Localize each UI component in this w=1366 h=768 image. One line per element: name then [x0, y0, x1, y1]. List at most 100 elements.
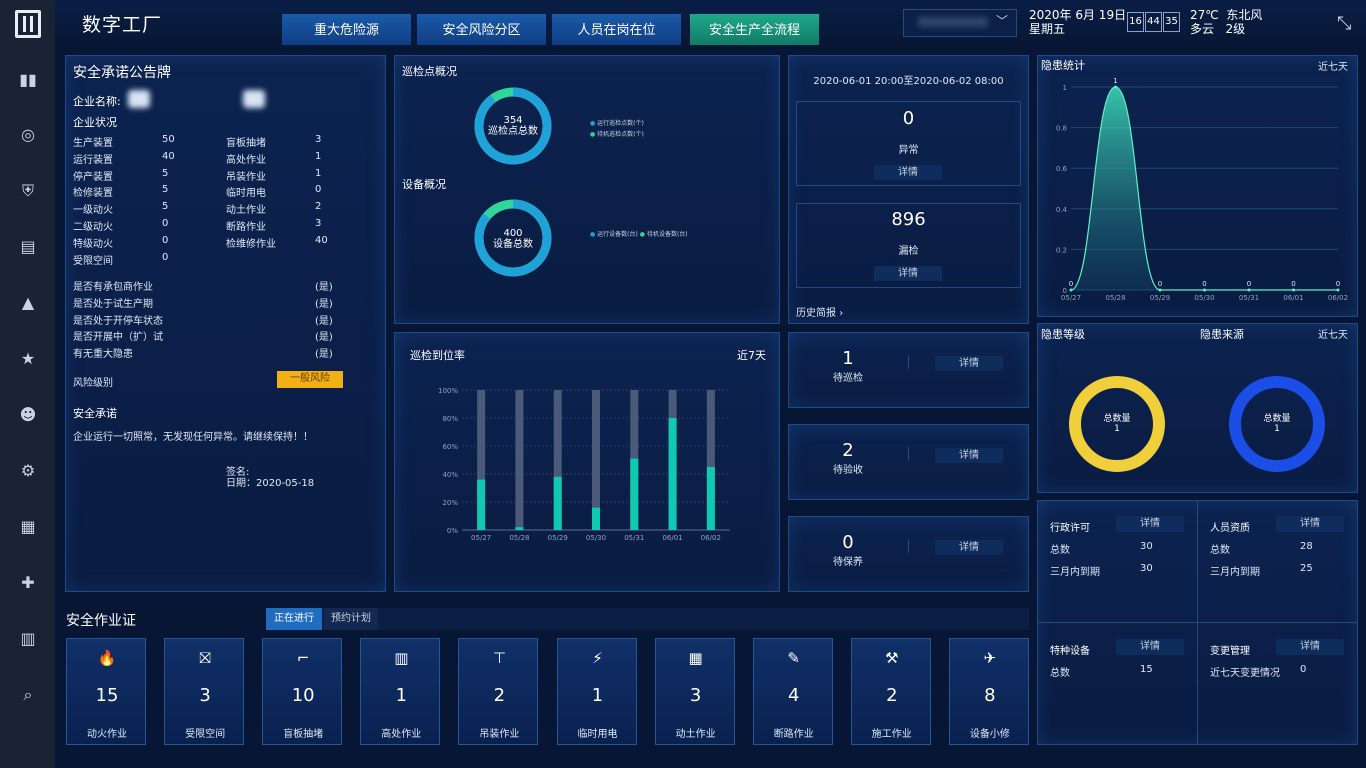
permit-count: 8 [984, 685, 996, 706]
x-tick-label: 05/27 [1061, 294, 1081, 302]
gear-icon[interactable]: ⚙ [14, 457, 42, 485]
abnormal-value: 0 [902, 108, 915, 129]
document-search-icon[interactable]: ⌕ [14, 681, 42, 709]
data-point [1114, 85, 1117, 89]
history-link[interactable]: 历史简报 › [796, 304, 843, 319]
status-card-label: 待验收 [833, 465, 863, 476]
license-detail-button[interactable]: 详情 [1276, 516, 1344, 532]
book-icon[interactable]: ▤ [14, 233, 42, 261]
permit-label: 盲板抽堵 [283, 729, 324, 740]
tab-production-flow[interactable]: 安全生产全流程 [690, 14, 819, 45]
permit-label: 动土作业 [675, 729, 716, 740]
license-title: 特种设备 [1050, 646, 1090, 657]
point-label: 1 [1113, 77, 1117, 85]
first-aid-kit-icon[interactable]: ✚ [14, 569, 42, 597]
x-tick-label: 06/01 [1283, 294, 1303, 302]
x-tick-label: 05/30 [1194, 294, 1214, 302]
bar [668, 418, 677, 530]
star-icon[interactable]: ★ [14, 345, 42, 373]
x-tick-label: 05/31 [624, 534, 644, 542]
abnormal-detail-button[interactable]: 详情 [874, 165, 942, 180]
y-tick-label: 0.4 [1056, 206, 1068, 214]
permit-card[interactable]: ▥ 1 高处作业 [360, 638, 441, 745]
tab-in-progress[interactable]: 正在进行 [266, 608, 322, 630]
permit-card[interactable]: ⛝ 3 受限空间 [164, 638, 245, 745]
point-label: 0 [1247, 280, 1251, 288]
bar-chart-icon[interactable]: ▮▮ [14, 66, 42, 94]
license-row-value: 15 [1140, 664, 1153, 675]
status-card-label: 待巡检 [833, 373, 863, 384]
permit-card[interactable]: ✎ 4 断路作业 [752, 638, 833, 745]
question-answer: (是) [315, 332, 333, 344]
y-tick-label: 40% [442, 471, 458, 479]
crane-icon: ⊤ [492, 649, 506, 667]
question-answer: (是) [315, 298, 333, 310]
permit-card[interactable]: ⊤ 2 吊装作业 [458, 638, 539, 745]
status-card-detail-button[interactable]: 详情 [935, 540, 1003, 555]
tab-major-hazard[interactable]: 重大危险源 [282, 14, 411, 45]
permit-card[interactable]: ⚒ 2 施工作业 [850, 638, 931, 745]
company-name-redacted [243, 90, 265, 108]
tab-risk-zoning[interactable]: 安全风险分区 [417, 14, 546, 45]
tab-scheduled[interactable]: 预约计划 [324, 608, 378, 630]
permit-count: 15 [95, 685, 119, 706]
data-point [1158, 288, 1162, 292]
hazard-level-period: 近七天 [1318, 330, 1348, 341]
bar [477, 479, 486, 530]
user-settings-icon[interactable]: ☻ [14, 401, 42, 429]
company-label: 企业名称: [73, 95, 121, 108]
notebook-icon[interactable]: ▥ [14, 625, 42, 653]
license-row-value: 0 [1300, 664, 1307, 675]
permit-card[interactable]: ▦ 3 动土作业 [654, 638, 735, 745]
target-icon[interactable]: ◎ [14, 121, 42, 149]
chevron-right-icon: › [839, 308, 844, 319]
license-detail-button[interactable]: 详情 [1116, 516, 1184, 532]
permit-label: 施工作业 [871, 729, 912, 740]
status-card-detail-button[interactable]: 详情 [935, 448, 1003, 463]
chevron-down-icon[interactable]: ﹀ [996, 12, 1008, 29]
stat-label: 高处作业 [226, 154, 266, 166]
bar [515, 527, 524, 530]
stat-value: 40 [162, 150, 175, 162]
status-label: 企业状况 [73, 116, 117, 129]
shield-icon[interactable]: ⛨ [14, 177, 42, 205]
license-row-value: 30 [1140, 541, 1153, 552]
app-logo[interactable] [15, 10, 41, 38]
permit-label: 设备小修 [969, 729, 1010, 740]
license-detail-button[interactable]: 详情 [1116, 639, 1184, 655]
permit-card[interactable]: 🔥 15 动火作业 [66, 638, 146, 745]
hazard-level-donut-label: 总数量 1 [1103, 414, 1131, 434]
permit-card[interactable]: ✈ 8 设备小修 [948, 638, 1029, 745]
question-label: 是否有承包商作业 [73, 282, 153, 293]
patrol-legend: ● 运行巡检点数(个) ● 待机巡检点数(个) [590, 120, 644, 138]
question-answer: (是) [315, 315, 333, 327]
stat-label: 特级动火 [73, 238, 113, 250]
stat-value: 0 [162, 218, 169, 229]
fullscreen-icon[interactable]: ⤡ [1337, 13, 1351, 34]
graduation-cap-icon[interactable]: ▲ [14, 289, 42, 317]
permit-label: 受限空间 [185, 729, 226, 740]
permit-count: 3 [689, 685, 702, 706]
missed-detail-button[interactable]: 详情 [874, 266, 942, 281]
y-tick-label: 100% [438, 387, 458, 395]
tab-staff-on-duty[interactable]: 人员在岗在位 [552, 14, 681, 45]
bar [630, 458, 639, 530]
y-tick-label: 0.6 [1056, 165, 1068, 173]
stat-label: 受限空间 [73, 255, 113, 267]
x-tick-label: 05/30 [586, 534, 606, 542]
permit-card[interactable]: ⌐ 10 盲板抽堵 [262, 638, 343, 745]
status-card-detail-button[interactable]: 详情 [935, 356, 1003, 371]
stat-label: 生产装置 [73, 138, 113, 149]
road-block-icon: ✎ [787, 649, 800, 667]
clock: 16 44 35 [1127, 12, 1181, 32]
table-icon[interactable]: ▦ [14, 513, 42, 541]
stat-label: 检维修作业 [226, 238, 276, 250]
permit-card[interactable]: ⚡ 1 临时用电 [556, 638, 637, 745]
status-card-value: 0 [842, 532, 854, 553]
app-title: 数字工厂 [82, 14, 163, 36]
license-row-value: 28 [1300, 541, 1313, 552]
rate-chart-title: 巡检到位率 [410, 349, 465, 362]
y-tick-label: 0% [447, 527, 458, 535]
license-detail-button[interactable]: 详情 [1276, 639, 1344, 655]
stat-label: 盲板抽堵 [226, 138, 266, 149]
